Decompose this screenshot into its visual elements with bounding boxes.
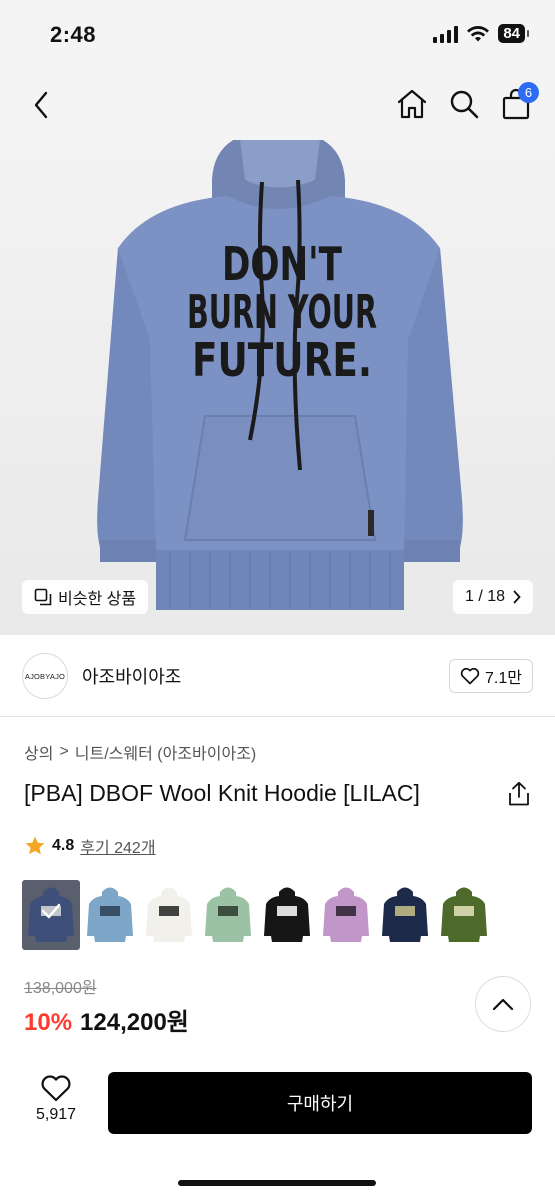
product-image: DON'T BURN YOUR FUTURE. <box>0 140 555 635</box>
similar-products-label: 비슷한 상품 <box>58 591 137 608</box>
hoodie-thumbnail-icon <box>323 887 369 942</box>
product-image-carousel[interactable]: DON'T BURN YOUR FUTURE. 비슷한 상품 1 / 18 <box>0 140 555 635</box>
star-icon <box>25 836 45 855</box>
heart-icon <box>41 1075 71 1102</box>
brand-like-button[interactable]: 7.1만 <box>449 659 533 693</box>
hoodie-thumbnail-icon <box>87 887 133 942</box>
hoodie-print-line-2: BURN YOUR <box>187 285 377 339</box>
brand-like-count: 7.1만 <box>485 670 522 687</box>
hoodie-print-line-3: FUTURE. <box>192 333 372 387</box>
hoodie-print-line-1: DON'T <box>222 237 342 291</box>
chevron-up-icon <box>492 998 514 1011</box>
brand-logo[interactable]: AJOBYAJO <box>22 653 68 699</box>
page-indicator-text: 1 / 18 <box>464 588 505 605</box>
image-page-indicator[interactable]: 1 / 18 <box>452 580 533 614</box>
breadcrumb-category[interactable]: 상의 <box>24 740 53 764</box>
brand-name[interactable]: 아조바이아조 <box>82 663 449 689</box>
checkmark-icon <box>41 903 61 919</box>
status-bar: 2:48 84 <box>0 0 555 70</box>
original-price: 138,000원 <box>24 980 97 997</box>
cellular-signal-icon <box>433 25 459 43</box>
discount-rate: 10% <box>24 1009 73 1036</box>
brand-row: AJOBYAJO 아조바이아조 7.1만 <box>0 635 555 717</box>
hoodie-thumbnail-icon <box>205 887 251 942</box>
home-icon <box>397 89 427 119</box>
chevron-left-icon <box>34 91 48 119</box>
swatch-white[interactable] <box>140 880 198 950</box>
scroll-to-top-button[interactable] <box>475 976 531 1032</box>
heart-icon <box>460 667 480 685</box>
product-title-row: [PBA] DBOF Wool Knit Hoodie [LILAC] <box>24 780 531 807</box>
hoodie-thumbnail-icon <box>382 887 428 942</box>
wifi-icon <box>467 25 490 41</box>
copy-icon <box>34 588 52 606</box>
swatch-olive[interactable] <box>435 880 493 950</box>
swatch-sky-blue[interactable] <box>81 880 139 950</box>
back-button[interactable] <box>24 88 58 122</box>
sale-price: 124,200원 <box>80 1009 189 1036</box>
bottom-purchase-bar: 5,917 구매하기 <box>0 1056 555 1200</box>
reviews-link[interactable]: 후기 242개 <box>80 834 155 858</box>
rating-row: 4.8 후기 242개 <box>24 834 156 858</box>
swatch-lavender[interactable] <box>317 880 375 950</box>
share-icon <box>509 781 529 805</box>
home-indicator <box>178 1180 376 1186</box>
search-icon <box>450 90 479 119</box>
swatch-black[interactable] <box>258 880 316 950</box>
hoodie-thumbnail-icon <box>146 887 192 942</box>
wishlist-button[interactable]: 5,917 <box>28 1074 84 1124</box>
swatch-mint[interactable] <box>199 880 257 950</box>
cart-count-badge: 6 <box>518 82 539 103</box>
share-button[interactable] <box>507 781 531 807</box>
price-row: 10% 124,200원 <box>24 1002 189 1037</box>
status-time: 2:48 <box>50 22 97 47</box>
swatch-navy-blue[interactable] <box>22 880 80 950</box>
cart-button[interactable]: 6 <box>499 82 539 122</box>
breadcrumb: 상의 > 니트/스웨터 (아조바이아조) <box>24 740 256 764</box>
breadcrumb-separator: > <box>59 743 69 760</box>
top-nav-bar: 6 <box>0 70 555 140</box>
nav-actions: 6 <box>395 82 539 122</box>
chevron-right-icon <box>513 590 521 604</box>
status-indicators: 84 <box>433 24 529 43</box>
product-title: [PBA] DBOF Wool Knit Hoodie [LILAC] <box>24 780 420 806</box>
hoodie-thumbnail-icon <box>264 887 310 942</box>
wishlist-count: 5,917 <box>35 1106 77 1123</box>
buy-button[interactable]: 구매하기 <box>108 1072 532 1134</box>
breadcrumb-subcategory[interactable]: 니트/스웨터 (아조바이아조) <box>75 740 256 764</box>
similar-products-button[interactable]: 비슷한 상품 <box>22 580 149 614</box>
color-swatch-list <box>22 880 493 950</box>
rating-score: 4.8 <box>52 837 75 854</box>
hoodie-thumbnail-icon <box>441 887 487 942</box>
search-button[interactable] <box>447 86 481 122</box>
home-button[interactable] <box>395 86 429 122</box>
battery-indicator: 84 <box>498 24 529 43</box>
swatch-dark-navy[interactable] <box>376 880 434 950</box>
